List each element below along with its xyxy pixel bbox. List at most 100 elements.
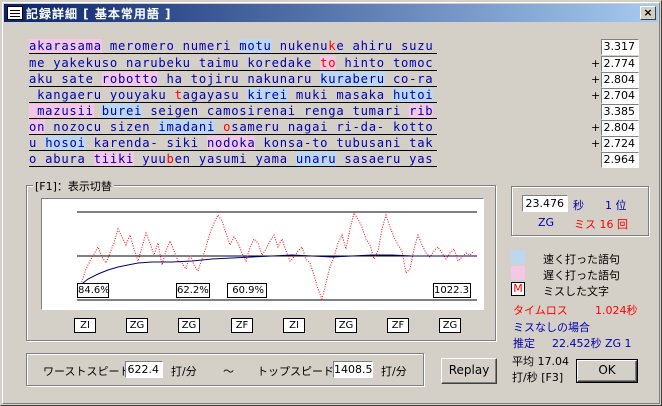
- time-unit: 秒: [573, 199, 584, 212]
- slow-legend-label: 遅く打った語句: [543, 269, 620, 282]
- worst-speed-field: 622.4: [125, 361, 163, 378]
- line-score: 3.385: [601, 104, 639, 120]
- line-plus-marker: +: [591, 57, 601, 70]
- line-score: 2.804: [601, 72, 639, 88]
- typed-line: aku sate robotto ha tojiru nakunaru kura…: [29, 72, 438, 87]
- typed-segment: u: [29, 136, 46, 150]
- miss-legend-marker: M: [511, 282, 525, 296]
- typed-segment: e ahiru suzu: [336, 39, 434, 53]
- typed-segment: robotto: [101, 72, 159, 86]
- line-plus-marker: +: [591, 73, 601, 86]
- typed-segment: yuu: [134, 152, 167, 166]
- line-score: 3.317: [601, 39, 639, 55]
- replay-button[interactable]: Replay: [441, 358, 497, 384]
- average-unit: 打/秒 [F3]: [512, 371, 564, 384]
- typed-segment: kangaeru youyaku: [29, 88, 175, 102]
- segment-value-4: 1022.3: [433, 283, 471, 298]
- line-underline: [29, 102, 438, 103]
- typed-segment: meromero numeri: [101, 39, 240, 53]
- line-score: 2.724: [601, 136, 639, 152]
- record-detail-window: 記録詳細 [ 基本常用語 ] × akarasama meromero nume…: [0, 0, 662, 406]
- typed-segment: sameru nagai ri-da- kotto: [231, 120, 434, 134]
- top-speed-unit: 打/分: [381, 365, 407, 378]
- line-score: 2.804: [601, 120, 639, 136]
- key-grade-box: ZG: [178, 318, 200, 333]
- line-underline: [29, 70, 438, 71]
- typed-segment: imadani: [158, 120, 216, 134]
- grade-label: ZG: [538, 216, 555, 229]
- typed-segment: rib: [409, 104, 434, 118]
- miss-legend-label: ミスした文字: [543, 285, 609, 298]
- typed-segment: nukenu: [271, 39, 329, 53]
- line-score: 2.964: [601, 152, 639, 168]
- typed-segment: t: [174, 88, 183, 102]
- time-loss-label: タイムロス: [513, 304, 568, 317]
- worst-speed-unit: 打/分: [171, 365, 197, 378]
- key-grade-box: ZF: [387, 318, 409, 333]
- typed-segment: co-ra: [384, 72, 434, 86]
- typed-segment: on: [29, 120, 46, 134]
- key-grade-box: ZG: [335, 318, 357, 333]
- line-underline: [29, 134, 438, 135]
- time-loss-value: 1.024秒: [595, 304, 638, 317]
- typed-segment: konsa-to tubusani tak: [255, 136, 434, 150]
- line-underline: [29, 166, 438, 167]
- line-underline: [29, 86, 438, 87]
- key-grade-box: ZF: [231, 318, 253, 333]
- typed-segment: ha tojiru nakunaru: [158, 72, 321, 86]
- line-plus-marker: +: [591, 121, 601, 134]
- typed-line: u hosoi karenda- siki nodoka konsa-to tu…: [29, 136, 438, 151]
- typed-segment: kuraberu: [320, 72, 385, 86]
- title-bar[interactable]: 記録詳細 [ 基本常用語 ] ×: [4, 4, 658, 22]
- typed-segment: motu: [239, 39, 272, 53]
- ok-button[interactable]: OK: [576, 359, 638, 383]
- typed-segment: sasaeru yas: [336, 152, 434, 166]
- typed-segment: nozocu sizen: [45, 120, 159, 134]
- typed-segment: karenda- siki: [85, 136, 207, 150]
- top-speed-label: トップスピード: [257, 365, 334, 378]
- line-underline: [29, 53, 438, 54]
- estimate-value: 22.452秒 ZG 1: [552, 337, 632, 350]
- typed-segment: b: [166, 152, 175, 166]
- segment-value-3: 60.9%: [227, 283, 267, 298]
- key-grade-box: ZG: [126, 318, 148, 333]
- close-button[interactable]: ×: [640, 6, 656, 20]
- typed-segment: [215, 120, 223, 134]
- line-score: 2.704: [601, 88, 639, 104]
- typed-segment: burei: [101, 104, 143, 118]
- estimate-label: 推定: [513, 337, 535, 350]
- top-speed-field: 1408.5: [333, 361, 373, 378]
- line-plus-marker: +: [591, 89, 601, 102]
- graph-toggle-label[interactable]: [F1]：表示切替: [33, 178, 114, 194]
- time-field: 23.476: [522, 195, 568, 212]
- no-miss-label: ミスなしの場合: [513, 321, 590, 334]
- line-plus-marker: +: [591, 137, 601, 150]
- window-title: 記録詳細 [ 基本常用語 ]: [26, 7, 172, 21]
- slow-legend-swatch: [511, 266, 525, 280]
- average-speed-line: [77, 254, 474, 288]
- miss-count: ミス 16 回: [574, 218, 628, 231]
- typed-segment: akarasama: [29, 39, 102, 53]
- typed-segment: hutoi: [392, 88, 434, 102]
- typed-segment: to: [320, 56, 337, 70]
- key-grade-box: ZG: [439, 318, 461, 333]
- key-grade-box: ZI: [74, 318, 96, 333]
- range-tilde: 〜: [223, 365, 234, 378]
- typed-segment: tiiki: [93, 152, 135, 166]
- typed-segment: me yakekuso narubeku taimu koredake: [29, 56, 321, 70]
- typed-segment: aku sate: [29, 72, 102, 86]
- typed-segment: hinto tomoc: [336, 56, 434, 70]
- line-score: 2.774: [601, 56, 639, 72]
- fast-legend-swatch: [511, 250, 525, 264]
- typed-segment: mazusii: [29, 104, 94, 118]
- typed-segment: nodoka: [206, 136, 256, 150]
- worst-speed-label: ワーストスピード: [43, 365, 131, 378]
- fast-legend-label: 速く打った語句: [543, 253, 620, 266]
- typed-segment: kirei: [247, 88, 288, 102]
- typed-line: me yakekuso narubeku taimu koredake to h…: [29, 56, 438, 71]
- typed-line: akarasama meromero numeri motu nukenuke …: [29, 39, 438, 54]
- typed-segment: en yasumi yama: [174, 152, 296, 166]
- average-label: 平均 17.04: [512, 355, 569, 368]
- typed-line: kangaeru youyaku tagayasu kirei muki mas…: [29, 88, 438, 103]
- typed-line: mazusii burei seigen camosirenai renga t…: [29, 104, 438, 119]
